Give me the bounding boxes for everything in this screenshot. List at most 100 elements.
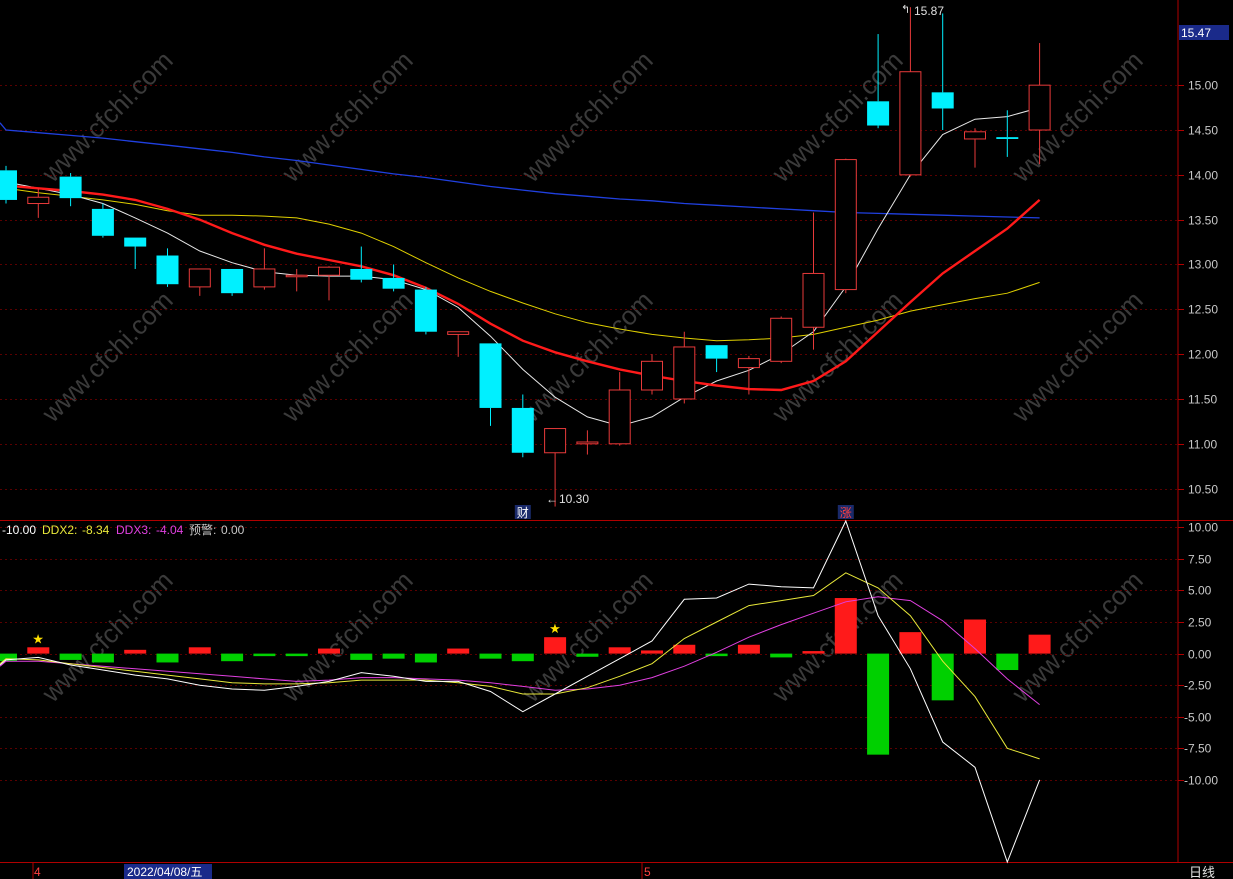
price-tick-label-1: 11.00: [1188, 438, 1217, 452]
event-marker-0[interactable]: 财: [517, 506, 529, 520]
ddx-bar-19: [608, 647, 631, 654]
candle-body-3: [91, 208, 114, 236]
ind-tick-label-4: 0.00: [1188, 648, 1212, 662]
ddx-bar-26: [834, 598, 857, 654]
ind-tick-label-0: 10.00: [1188, 521, 1218, 535]
candle-24[interactable]: [770, 316, 793, 364]
candle-body-8: [253, 268, 276, 288]
warn-value: 0.00: [221, 523, 245, 537]
candle-body-6: [188, 268, 211, 288]
candle-body-31: [996, 137, 1019, 139]
candle-body-30: [964, 131, 986, 140]
ddx-bar-10: [318, 648, 340, 654]
stock-chart[interactable]: www.cfchi.com www.cfchi.com www.cfchi.com w…: [0, 0, 1233, 879]
star-icon-0: ★: [32, 631, 44, 646]
candle-body-17: [544, 428, 567, 454]
candle-body-27: [867, 101, 890, 126]
ind-tick-label-1: 7.50: [1188, 553, 1212, 567]
max-price-label: 15.87 ↰: [901, 4, 944, 18]
candle-body-29: [931, 92, 954, 109]
candle-body-22: [705, 345, 728, 359]
max-arrow-icon: ↰: [901, 4, 910, 16]
price-tick-label-6: 13.50: [1188, 214, 1218, 228]
candle-body-20: [641, 360, 663, 391]
ddx3-value: -4.04: [156, 523, 184, 537]
event-marker-1[interactable]: 涨: [840, 505, 852, 520]
candle-body-14: [447, 331, 470, 335]
candle-body-19: [608, 389, 631, 445]
price-tick-label-5: 13.00: [1188, 258, 1218, 272]
candle-body-28: [899, 71, 922, 176]
price-tick-label-4: 12.50: [1188, 303, 1218, 317]
candle-body-21: [673, 346, 696, 400]
ddx-bar-4: [124, 649, 147, 654]
candle-body-11: [350, 268, 373, 280]
ddx-bar-11: [350, 653, 373, 660]
ddx1-value: -10.00: [2, 523, 36, 537]
ddx-bar-7: [221, 653, 244, 662]
date-cursor-label: 2022/04/08/五: [127, 865, 202, 879]
period-label[interactable]: 日线: [1189, 865, 1215, 879]
candle-body-5: [156, 255, 179, 285]
ind-tick-label-2: 5.00: [1188, 584, 1212, 598]
ddx-bar-16: [511, 653, 534, 662]
candle-0[interactable]: [0, 165, 17, 204]
current-price-text: 15.47: [1181, 26, 1211, 40]
ddx2-name: DDX2:: [42, 523, 77, 537]
candle-body-32: [1028, 84, 1051, 131]
ddx-bar-3: [91, 653, 114, 663]
ddx-bar-13: [414, 653, 437, 663]
candle-body-2: [59, 176, 82, 199]
price-tick-label-7: 14.00: [1188, 169, 1218, 183]
candle-body-0: [0, 170, 17, 200]
date-tick-b-label: 5: [644, 865, 651, 879]
price-tick-label-8: 14.50: [1188, 124, 1218, 138]
candle-7[interactable]: [221, 268, 244, 296]
date-tick-a-label: 4: [34, 865, 41, 879]
ddx3-name: DDX3:: [116, 523, 151, 537]
ddx-bar-31: [996, 653, 1019, 671]
ddx-bar-5: [156, 653, 179, 663]
price-tick-label-3: 12.00: [1188, 348, 1218, 362]
ind-tick-label-5: -2.50: [1184, 679, 1212, 693]
candle-body-23: [737, 358, 760, 369]
candle-body-25: [802, 272, 825, 328]
candle-body-4: [124, 237, 147, 247]
candle-body-9: [285, 274, 308, 278]
ddx-bar-24: [770, 653, 793, 658]
ddx-bar-12: [382, 653, 405, 659]
candle-body-7: [221, 268, 244, 294]
candle-body-15: [479, 343, 502, 408]
min-price-text: 10.30: [559, 492, 589, 506]
ddx-bar-17: [544, 637, 567, 654]
candle-26[interactable]: [834, 158, 857, 294]
ddx-bar-32: [1028, 634, 1051, 654]
ddx-bar-2: [59, 653, 82, 660]
min-price-label: ← 10.30: [546, 492, 589, 506]
ddx-bar-28: [899, 632, 922, 654]
ddx-bar-23: [737, 644, 760, 654]
price-tick-label-0: 10.50: [1188, 483, 1218, 497]
candle-body-13: [414, 289, 437, 332]
candle-body-24: [770, 317, 793, 362]
warn-name: 预警:: [189, 522, 216, 537]
star-icon-1: ★: [549, 621, 561, 636]
ddx-bar-14: [447, 648, 470, 654]
ddx-bar-6: [188, 647, 211, 654]
candle-body-1: [27, 196, 50, 205]
price-tick-label-9: 15.00: [1188, 79, 1218, 93]
ddx-bar-8: [253, 653, 276, 657]
ind-tick-label-3: 2.50: [1188, 616, 1212, 630]
min-arrow-icon: ←: [546, 492, 558, 506]
ddx-bar-27: [867, 653, 890, 755]
ddx-bar-1: [27, 647, 50, 654]
candle-body-18: [576, 441, 599, 445]
ddx-bar-20: [641, 650, 663, 654]
ind-tick-label-7: -7.50: [1184, 742, 1212, 756]
ind-tick-label-8: -10.00: [1184, 774, 1218, 788]
ddx-bar-21: [673, 644, 696, 654]
ind-tick-label-6: -5.00: [1184, 711, 1212, 725]
candle-13[interactable]: [414, 286, 437, 335]
candle-body-12: [382, 277, 405, 289]
max-price-text: 15.87: [914, 4, 944, 18]
